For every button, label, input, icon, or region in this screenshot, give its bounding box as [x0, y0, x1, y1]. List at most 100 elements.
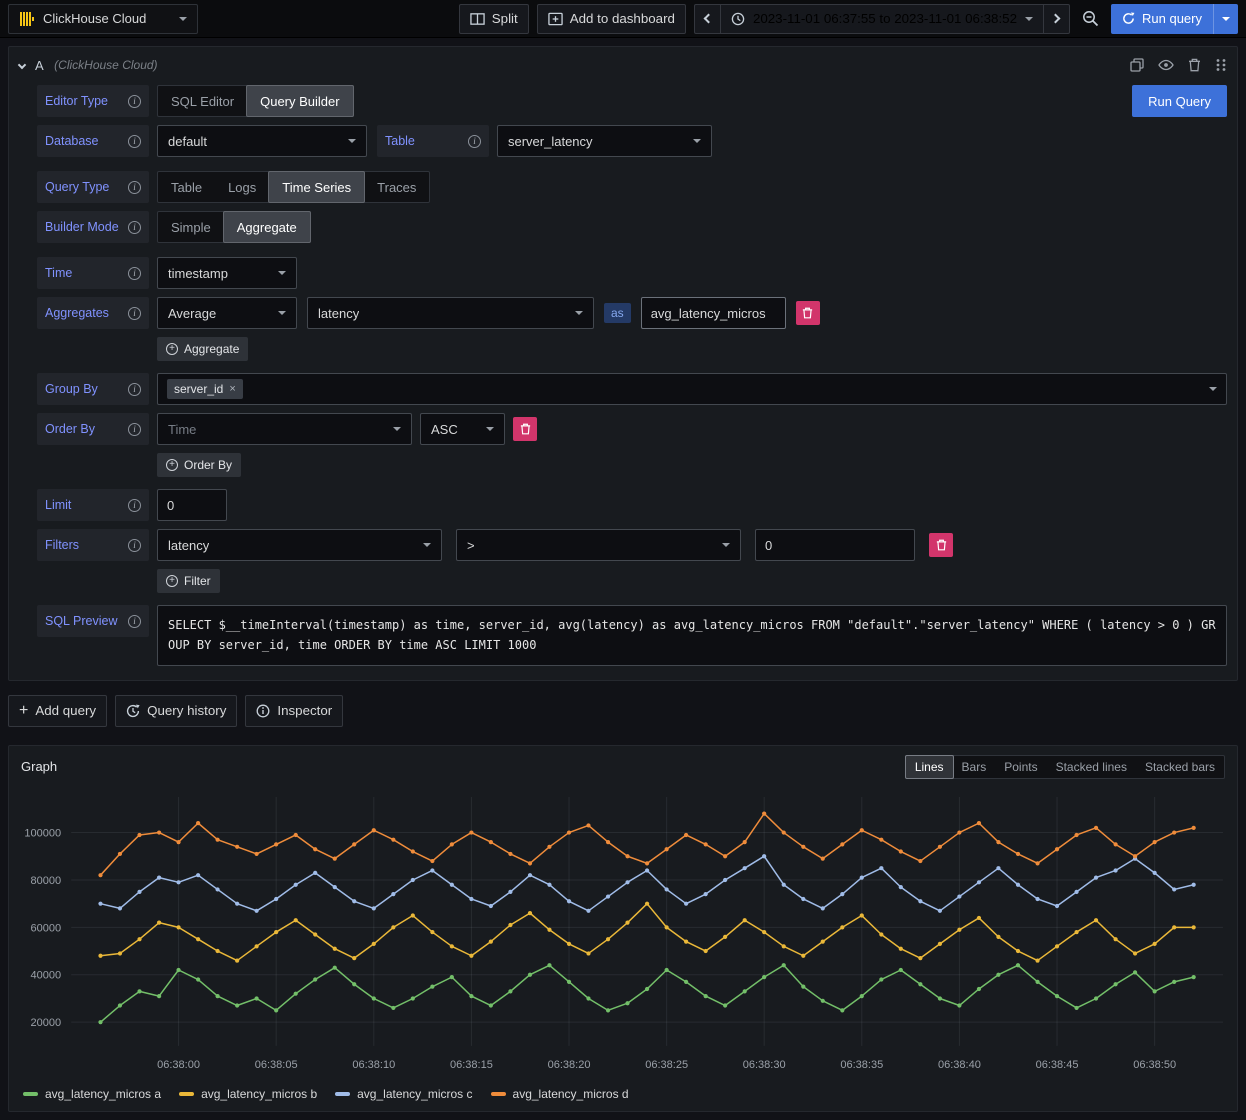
filter-operator-select[interactable]: >: [456, 529, 741, 561]
query-type-label: Query Type: [45, 180, 109, 194]
time-column-select[interactable]: timestamp: [157, 257, 297, 289]
query-type-group-option-traces[interactable]: Traces: [364, 172, 429, 202]
info-icon[interactable]: i: [128, 221, 141, 234]
query-type-group-option-table[interactable]: Table: [158, 172, 215, 202]
series-point: [1153, 840, 1157, 844]
legend-item[interactable]: avg_latency_micros c: [335, 1087, 472, 1101]
add-query-button[interactable]: + Add query: [8, 695, 107, 727]
series-point: [352, 842, 356, 846]
graph-style-group-option-stacked-bars[interactable]: Stacked bars: [1136, 756, 1224, 778]
legend-item[interactable]: avg_latency_micros b: [179, 1087, 317, 1101]
series-point: [1114, 937, 1118, 941]
aggregates-label: Aggregates: [45, 306, 109, 320]
series-point: [1035, 861, 1039, 865]
aggregate-column-select[interactable]: latency: [307, 297, 594, 329]
editor-type-group-option-query-builder[interactable]: Query Builder: [246, 85, 353, 117]
collapse-chevron-icon[interactable]: [18, 61, 26, 69]
split-button[interactable]: Split: [459, 4, 529, 34]
info-icon[interactable]: i: [128, 539, 141, 552]
series-point: [586, 996, 590, 1000]
graph-style-group-option-bars[interactable]: Bars: [953, 756, 996, 778]
info-icon[interactable]: i: [128, 181, 141, 194]
time-shift-back-button[interactable]: [694, 4, 720, 34]
series-point: [313, 932, 317, 936]
legend-label: avg_latency_micros b: [201, 1087, 317, 1101]
remove-aggregate-button[interactable]: [796, 301, 820, 325]
series-point: [489, 939, 493, 943]
order-by-direction-select[interactable]: ASC: [420, 413, 505, 445]
query-type-group-option-time-series[interactable]: Time Series: [268, 171, 365, 203]
series-point: [723, 878, 727, 882]
time-range-picker[interactable]: 2023-11-01 06:37:55 to 2023-11-01 06:38:…: [720, 4, 1044, 34]
run-query-form-button[interactable]: Run Query: [1132, 85, 1227, 117]
plus-circle-icon: +: [166, 575, 178, 587]
series-point: [801, 984, 805, 988]
builder-mode-group-option-aggregate[interactable]: Aggregate: [223, 211, 311, 243]
add-to-dashboard-button[interactable]: Add to dashboard: [537, 4, 686, 34]
info-icon[interactable]: i: [128, 383, 141, 396]
series-point: [215, 837, 219, 841]
remove-order-by-button[interactable]: [513, 417, 537, 441]
legend-item[interactable]: avg_latency_micros a: [23, 1087, 161, 1101]
x-axis-tick-label: 06:38:40: [938, 1059, 981, 1071]
info-icon[interactable]: i: [128, 95, 141, 108]
run-query-button[interactable]: Run query: [1111, 11, 1213, 26]
builder-mode-group-option-simple[interactable]: Simple: [158, 212, 224, 242]
query-ref-id[interactable]: A: [35, 58, 44, 73]
zoom-out-button[interactable]: [1078, 6, 1103, 31]
graph-style-group-option-lines[interactable]: Lines: [905, 755, 954, 779]
database-select[interactable]: default: [157, 125, 367, 157]
toggle-visibility-eye-icon[interactable]: [1158, 59, 1174, 71]
info-icon[interactable]: i: [128, 615, 141, 628]
timeseries-chart[interactable]: 2000040000600008000010000006:38:0006:38:…: [15, 785, 1231, 1082]
series-point: [762, 975, 766, 979]
info-icon[interactable]: i: [128, 423, 141, 436]
info-icon[interactable]: i: [128, 499, 141, 512]
series-point: [996, 866, 1000, 870]
add-filter-button[interactable]: + Filter: [157, 569, 220, 593]
group-by-multiselect[interactable]: server_id×: [157, 373, 1227, 405]
series-point: [918, 956, 922, 960]
info-icon[interactable]: i: [468, 135, 481, 148]
query-history-button[interactable]: Query history: [115, 695, 237, 727]
info-icon[interactable]: i: [128, 267, 141, 280]
remove-filter-button[interactable]: [929, 533, 953, 557]
inspector-button[interactable]: Inspector: [245, 695, 343, 727]
info-icon[interactable]: i: [128, 135, 141, 148]
group-by-label: Group By: [45, 382, 98, 396]
series-point: [157, 875, 161, 879]
order-by-field-select[interactable]: Time: [157, 413, 412, 445]
graph-style-group-option-stacked-lines[interactable]: Stacked lines: [1047, 756, 1136, 778]
add-order-by-button[interactable]: + Order By: [157, 453, 241, 477]
chip-remove-icon[interactable]: ×: [229, 383, 235, 395]
series-point: [821, 998, 825, 1002]
editor-type-group-option-sql-editor[interactable]: SQL Editor: [158, 86, 247, 116]
aggregate-function-select[interactable]: Average: [157, 297, 297, 329]
drag-handle-icon[interactable]: [1215, 58, 1227, 72]
table-select[interactable]: server_latency: [497, 125, 712, 157]
series-point: [118, 906, 122, 910]
series-point: [352, 956, 356, 960]
series-point: [1094, 918, 1098, 922]
series-point: [1153, 989, 1157, 993]
duplicate-query-icon[interactable]: [1130, 58, 1144, 72]
series-point: [938, 996, 942, 1000]
filter-field-select[interactable]: latency: [157, 529, 442, 561]
aggregate-alias-input[interactable]: [641, 297, 786, 329]
add-aggregate-button[interactable]: + Aggregate: [157, 337, 248, 361]
series-point: [215, 887, 219, 891]
query-type-group-option-logs[interactable]: Logs: [215, 172, 269, 202]
graph-panel: Graph LinesBarsPointsStacked linesStacke…: [8, 745, 1238, 1112]
limit-input[interactable]: [157, 489, 227, 521]
run-query-dropdown-button[interactable]: [1213, 4, 1238, 34]
graph-style-group-option-points[interactable]: Points: [995, 756, 1046, 778]
filter-operator-value: >: [467, 538, 475, 553]
delete-query-trash-icon[interactable]: [1188, 58, 1201, 72]
datasource-picker[interactable]: ClickHouse Cloud: [8, 4, 198, 34]
info-icon[interactable]: i: [128, 307, 141, 320]
series-point: [235, 1003, 239, 1007]
time-shift-forward-button[interactable]: [1044, 4, 1070, 34]
series-point: [567, 942, 571, 946]
filter-value-input[interactable]: [755, 529, 915, 561]
legend-item[interactable]: avg_latency_micros d: [491, 1087, 629, 1101]
